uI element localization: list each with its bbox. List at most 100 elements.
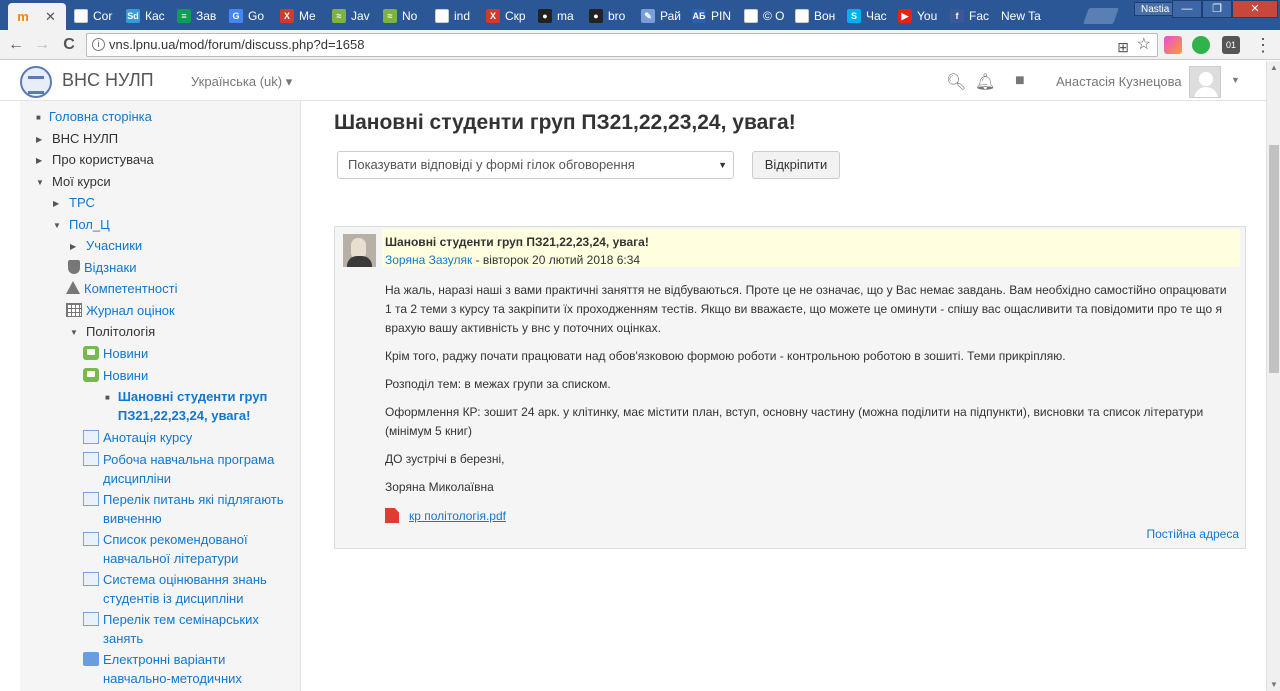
chevron-right-icon[interactable]: ▶ <box>70 236 82 256</box>
nav-label[interactable]: Перелік питань які підлягають вивченню <box>103 490 299 528</box>
nav-label[interactable]: Відзнаки <box>84 258 136 277</box>
nav-page[interactable]: Список рекомендованої навчальної літерат… <box>83 530 273 568</box>
nav-label[interactable]: Новини <box>103 366 148 385</box>
scroll-down-icon[interactable]: ▼ <box>1270 680 1278 689</box>
browser-tab[interactable]: ≈ Jav <box>324 2 376 30</box>
browser-tab[interactable]: ▶ You <box>890 2 942 30</box>
user-name[interactable]: Анастасія Кузнецова <box>1056 74 1182 89</box>
chevron-down-icon[interactable]: ▼ <box>36 172 48 192</box>
display-mode-select[interactable]: Показувати відповіді у формі гілок обгов… <box>337 151 734 179</box>
browser-tab[interactable]: ind <box>427 2 479 30</box>
nav-my-courses[interactable]: ▼ Мої курси <box>36 172 111 192</box>
browser-tab[interactable]: New Ta <box>993 2 1045 30</box>
nav-label[interactable]: Електронні варіанти навчально-методичних <box>103 650 273 688</box>
nav-participants[interactable]: ▶ Учасники <box>70 236 142 256</box>
browser-tab-label[interactable]: Зав <box>196 9 216 23</box>
avatar[interactable] <box>1189 66 1221 98</box>
browser-tab-label[interactable]: Рай <box>660 9 681 23</box>
nav-label[interactable]: Пол_Ц <box>69 215 110 234</box>
browser-tab[interactable]: Вон <box>787 2 839 30</box>
notification-bell-icon[interactable]: 🔔︎ <box>975 72 995 92</box>
chevron-right-icon[interactable]: ▶ <box>36 129 48 149</box>
nav-label[interactable]: Новини <box>103 344 148 363</box>
nav-current-discussion[interactable]: ■ Шановні студенти груп ПЗ21,22,23,24, у… <box>105 387 281 425</box>
browser-tab[interactable]: ✎ Рай <box>633 2 685 30</box>
author-avatar[interactable] <box>343 234 376 267</box>
browser-tab-label[interactable]: ind <box>454 9 470 23</box>
nav-competencies[interactable]: Компетентності <box>66 279 178 298</box>
chevron-down-icon[interactable]: ▼ <box>70 322 82 342</box>
scrollbar-thumb[interactable] <box>1269 145 1279 373</box>
browser-tab-label[interactable]: Вон <box>814 9 835 23</box>
browser-tab[interactable]: ≈ No <box>375 2 427 30</box>
browser-tab-label[interactable]: You <box>917 9 937 23</box>
translate-icon[interactable]: ⊞ <box>1117 36 1129 58</box>
browser-tab-label[interactable]: Час <box>866 9 887 23</box>
nav-page[interactable]: Перелік питань які підлягають вивченню <box>83 490 299 528</box>
messages-icon[interactable]: ■ <box>1015 72 1025 90</box>
nav-news-forum[interactable]: Новини <box>83 366 148 385</box>
browser-tab[interactable]: S Час <box>839 2 891 30</box>
nav-label[interactable]: Головна сторінка <box>49 107 152 126</box>
close-window-button[interactable]: ✕ <box>1232 0 1278 18</box>
browser-tab-label[interactable]: PIN <box>711 9 731 23</box>
close-tab-icon[interactable]: ✕ <box>45 9 56 25</box>
browser-tab[interactable]: f Fac <box>942 2 994 30</box>
attachment-link[interactable]: кр політологія.pdf <box>409 509 506 523</box>
browser-tab-label[interactable]: Me <box>299 9 316 23</box>
post-author-link[interactable]: Зоряна Зазуляк <box>385 253 472 267</box>
nav-label[interactable]: Компетентності <box>84 279 178 298</box>
browser-tab-label[interactable]: bro <box>608 9 625 23</box>
nav-badges[interactable]: Відзнаки <box>66 258 136 277</box>
browser-tab[interactable]: ● ma <box>530 2 582 30</box>
site-brand[interactable]: ВНС НУЛП <box>62 70 154 91</box>
minimize-button[interactable]: — <box>1172 0 1202 18</box>
browser-tab[interactable]: АБ PIN <box>684 2 736 30</box>
url-bar[interactable]: i vns.lpnu.ua/mod/forum/discuss.php?d=16… <box>86 33 1158 57</box>
browser-tab[interactable]: © Ο <box>736 2 788 30</box>
reload-button[interactable]: C <box>58 35 80 55</box>
nav-label[interactable]: Система оцінювання знань студентів із ди… <box>103 570 283 608</box>
nav-course-trs[interactable]: ▶ ТРС <box>53 193 95 213</box>
nav-section-politology[interactable]: ▼ Політологія <box>70 322 155 342</box>
nav-label[interactable]: ВНС НУЛП <box>52 129 118 148</box>
browser-menu-icon[interactable]: ⋮ <box>1252 35 1274 55</box>
browser-tab-label[interactable]: New Ta <box>1001 9 1041 23</box>
nav-label[interactable]: Список рекомендованої навчальної літерат… <box>103 530 273 568</box>
nav-label[interactable]: Перелік тем семінарських занять <box>103 610 273 648</box>
unpin-button[interactable]: Відкріпити <box>752 151 840 179</box>
browser-tab-active[interactable]: m ✕ <box>8 3 66 30</box>
nav-about-user[interactable]: ▶ Про користувача <box>36 150 154 170</box>
display-mode-value[interactable]: Показувати відповіді у формі гілок обгов… <box>348 157 635 172</box>
nav-label[interactable]: Анотація курсу <box>103 428 192 447</box>
browser-tab[interactable]: X Me <box>272 2 324 30</box>
nav-page[interactable]: Робоча навчальна програма дисципліни <box>83 450 299 488</box>
browser-tab[interactable]: Cor <box>66 2 118 30</box>
nav-home[interactable]: ■ Головна сторінка <box>36 107 152 127</box>
browser-tab[interactable]: ≡ Зав <box>169 2 221 30</box>
nav-page[interactable]: Система оцінювання знань студентів із ди… <box>83 570 283 608</box>
nav-label[interactable]: Робоча навчальна програма дисципліни <box>103 450 299 488</box>
info-icon[interactable]: i <box>92 38 105 51</box>
chevron-right-icon[interactable]: ▶ <box>53 193 65 213</box>
new-tab-button[interactable] <box>1083 8 1119 24</box>
scroll-up-icon[interactable]: ▲ <box>1270 63 1278 72</box>
nav-label[interactable]: Шановні студенти груп ПЗ21,22,23,24, ува… <box>118 387 281 425</box>
chevron-down-icon[interactable]: ▼ <box>53 215 65 235</box>
nav-page[interactable]: Перелік тем семінарських занять <box>83 610 273 648</box>
browser-tab-label[interactable]: © Ο <box>763 9 785 23</box>
language-menu[interactable]: Українська (uk) ▾ <box>191 74 292 90</box>
chevron-down-icon[interactable]: ▼ <box>718 152 727 178</box>
browser-tab-label[interactable]: ma <box>557 9 574 23</box>
chevron-right-icon[interactable]: ▶ <box>36 150 48 170</box>
nav-page[interactable]: Анотація курсу <box>83 428 192 447</box>
post-attachment[interactable]: кр політологія.pdf <box>385 508 506 523</box>
back-button[interactable]: ← <box>5 35 27 55</box>
grammarly-icon[interactable] <box>1192 36 1210 54</box>
browser-tab[interactable]: X Скр <box>478 2 530 30</box>
nav-label[interactable]: Учасники <box>86 236 142 255</box>
bookmark-star-icon[interactable]: ☆ <box>1137 34 1151 56</box>
extension-01-icon[interactable]: 01 <box>1222 36 1240 54</box>
nav-news-forum[interactable]: Новини <box>83 344 148 363</box>
nav-course-pol[interactable]: ▼ Пол_Ц <box>53 215 110 235</box>
